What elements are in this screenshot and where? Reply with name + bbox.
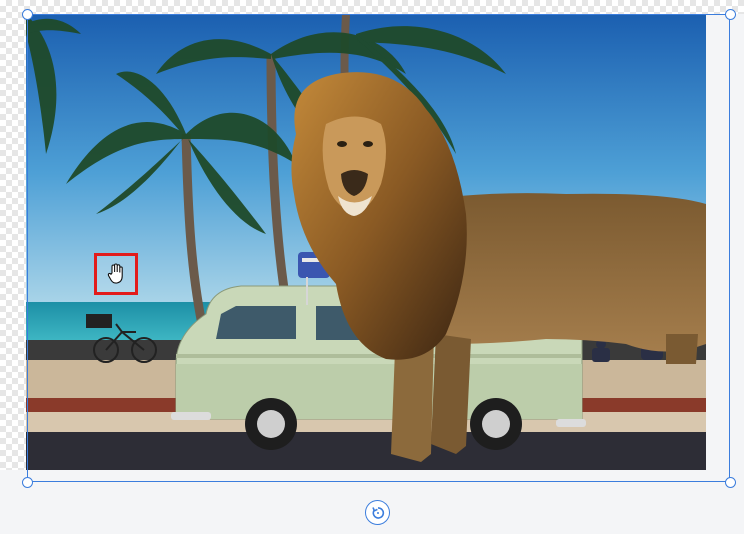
rotate-button[interactable] [365,500,390,525]
transparency-checker-left [0,0,28,470]
rotate-icon [371,506,384,519]
resize-handle-top-left[interactable] [22,9,33,20]
hand-cursor-icon [107,263,123,284]
selection-bounding-box[interactable] [27,14,730,482]
resize-handle-top-right[interactable] [725,9,736,20]
canvas-area[interactable] [0,0,744,534]
cursor-highlight [94,253,138,295]
transparency-checker-top [0,0,744,14]
resize-handle-bottom-right[interactable] [725,477,736,488]
resize-handle-bottom-left[interactable] [22,477,33,488]
